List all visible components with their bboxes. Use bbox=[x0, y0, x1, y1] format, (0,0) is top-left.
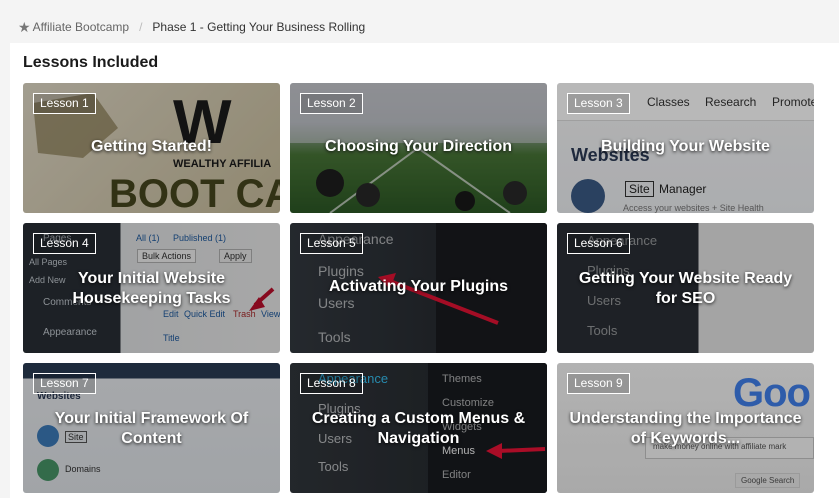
lesson-title: Getting Started! bbox=[91, 138, 212, 155]
lesson-badge: Lesson 8 bbox=[300, 373, 363, 394]
lesson-badge: Lesson 6 bbox=[567, 233, 630, 254]
lesson-card-1[interactable]: W WEALTHY AFFILIA BOOT CA Lesson 1 Getti… bbox=[23, 83, 280, 213]
lesson-badge: Lesson 5 bbox=[300, 233, 363, 254]
lesson-title: Your Initial Framework Of Content bbox=[54, 410, 249, 447]
lesson-card-5[interactable]: Appearance Plugins Users Tools Lesson 5 … bbox=[290, 223, 547, 353]
lesson-badge: Lesson 3 bbox=[567, 93, 630, 114]
star-icon: ★ bbox=[18, 19, 31, 35]
lesson-card-4[interactable]: Pages All Pages Add New Comments Appeara… bbox=[23, 223, 280, 353]
lesson-card-3[interactable]: Classes Research Promote Websites Site M… bbox=[557, 83, 814, 213]
lesson-badge: Lesson 2 bbox=[300, 93, 363, 114]
lesson-title: Activating Your Plugins bbox=[329, 278, 508, 295]
lesson-title: Choosing Your Direction bbox=[325, 138, 512, 155]
lesson-card-8[interactable]: Appearance Plugins Users Tools Themes Cu… bbox=[290, 363, 547, 493]
section-title: Lessons Included bbox=[23, 54, 159, 71]
lesson-badge: Lesson 9 bbox=[567, 373, 630, 394]
breadcrumb-root-link[interactable]: Affiliate Bootcamp bbox=[33, 20, 130, 34]
lesson-title: Getting Your Website Ready for SEO bbox=[578, 270, 793, 307]
lesson-card-6[interactable]: Appearance Plugins Users Tools Lesson 6 … bbox=[557, 223, 814, 353]
lesson-title: Building Your Website bbox=[601, 138, 770, 155]
lesson-badge: Lesson 1 bbox=[33, 93, 96, 114]
lesson-badge: Lesson 7 bbox=[33, 373, 96, 394]
lesson-title: Creating a Custom Menus & Navigation bbox=[311, 410, 526, 447]
lesson-title: Your Initial Website Housekeeping Tasks bbox=[72, 270, 231, 307]
lesson-card-7[interactable]: Websites Site Domains Lesson 7 Your Init… bbox=[23, 363, 280, 493]
breadcrumb: ★ Affiliate Bootcamp / Phase 1 - Getting… bbox=[18, 18, 365, 36]
lesson-title: Understanding the Importance of Keywords… bbox=[569, 410, 802, 447]
lesson-card-2[interactable]: Lesson 2 Choosing Your Direction bbox=[290, 83, 547, 213]
breadcrumb-separator: / bbox=[139, 20, 143, 34]
lesson-badge: Lesson 4 bbox=[33, 233, 96, 254]
breadcrumb-current: Phase 1 - Getting Your Business Rolling bbox=[152, 20, 366, 34]
lesson-card-9[interactable]: Goo make money online with affiliate mar… bbox=[557, 363, 814, 493]
